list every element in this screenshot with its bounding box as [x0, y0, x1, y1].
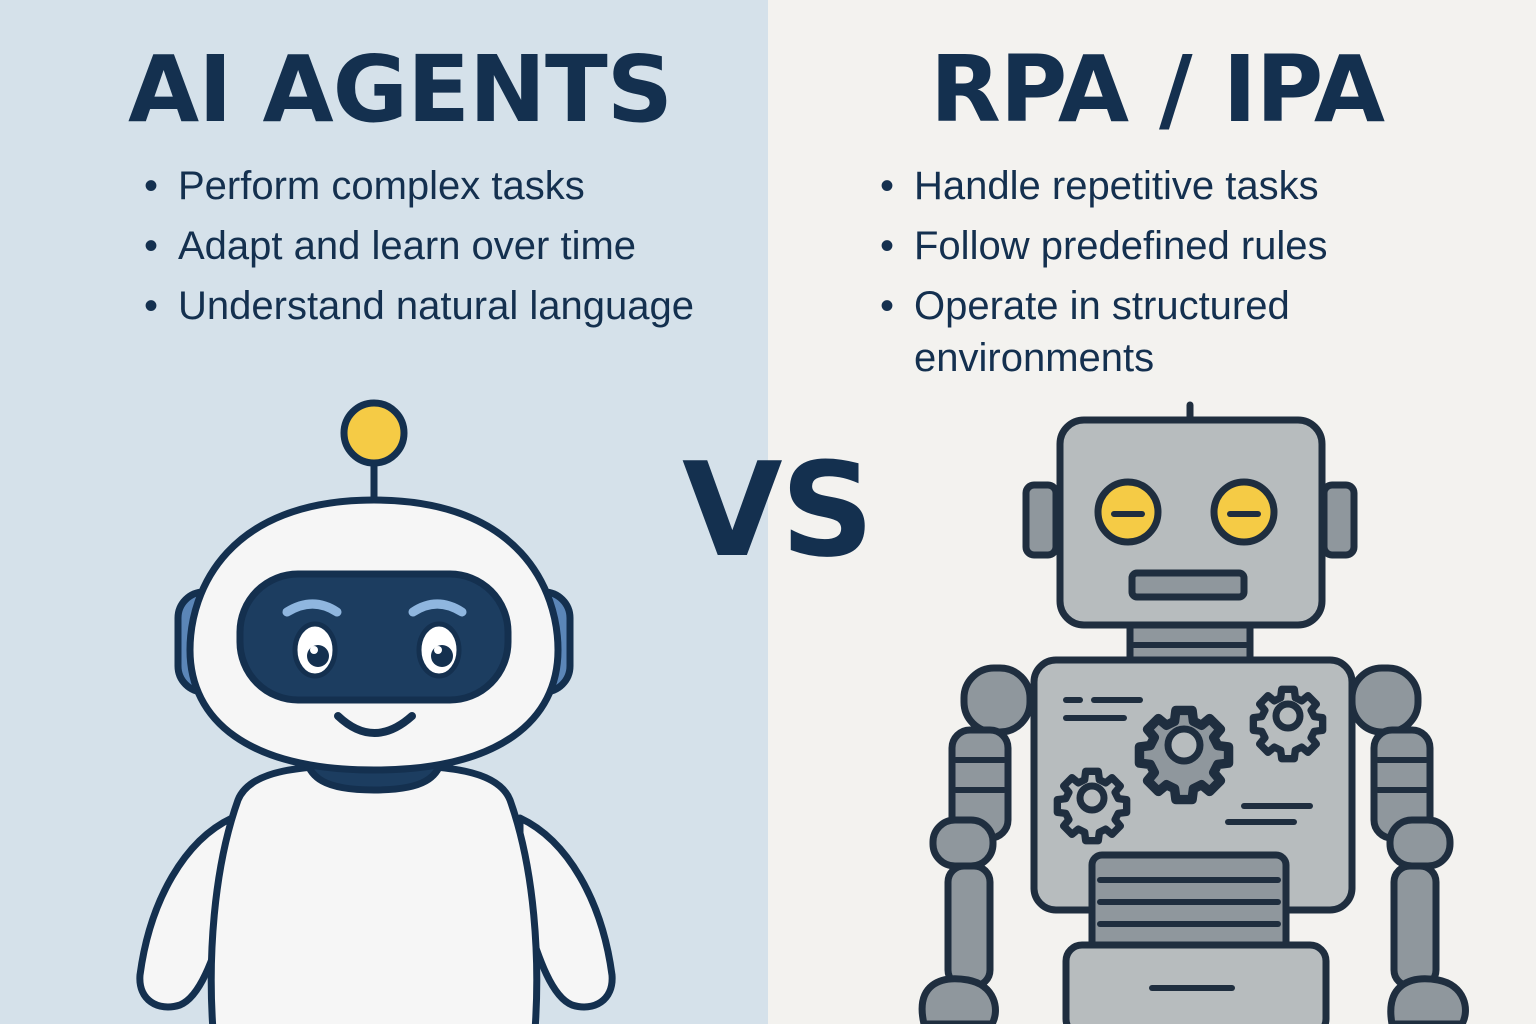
rpa-ipa-feature-item: Handle repetitive tasks: [878, 160, 1478, 212]
ai-agents-feature-item: Perform complex tasks: [142, 160, 722, 212]
rpa-ipa-feature-item: Operate in structured environments: [878, 280, 1478, 384]
rpa-ipa-title: RPA / IPA: [930, 36, 1385, 143]
ai-agents-title: AI AGENTS: [128, 36, 673, 143]
ai-agents-feature-item: Adapt and learn over time: [142, 220, 722, 272]
ai-agents-feature-list: Perform complex tasks Adapt and learn ov…: [142, 160, 722, 340]
rpa-ipa-feature-item: Follow predefined rules: [878, 220, 1478, 272]
rpa-ipa-feature-list: Handle repetitive tasks Follow predefine…: [878, 160, 1478, 392]
versus-label: VS: [682, 434, 874, 586]
ai-agents-feature-item: Understand natural language: [142, 280, 722, 332]
